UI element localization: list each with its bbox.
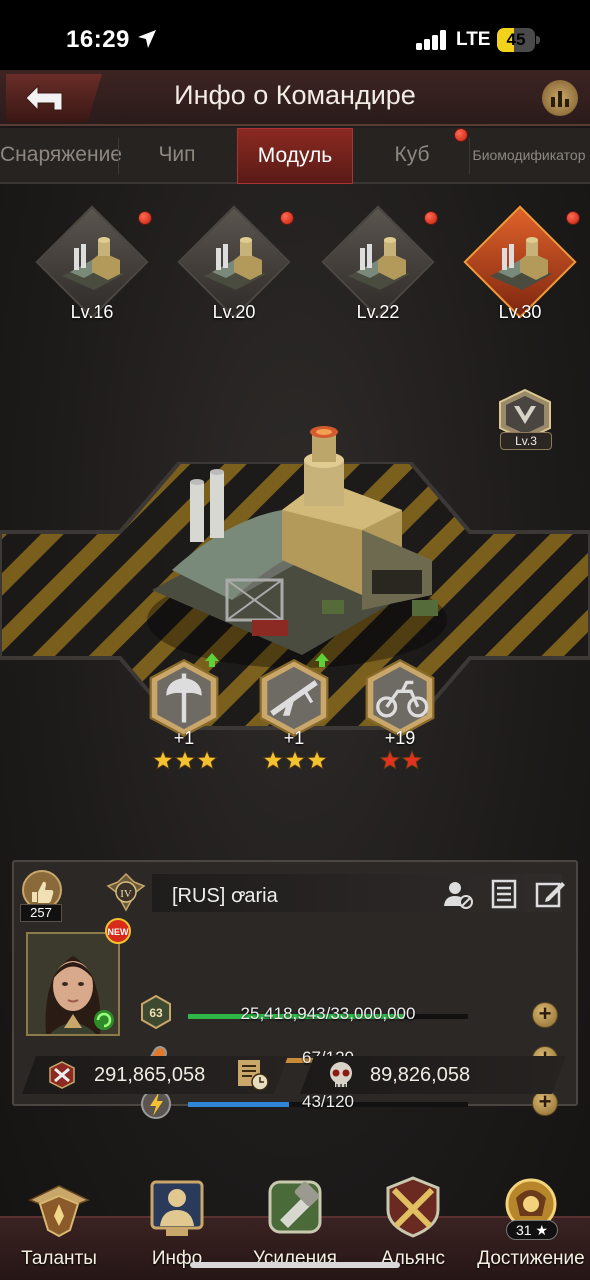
status-time: 16:29 bbox=[66, 26, 130, 53]
factory-module-icon bbox=[348, 237, 410, 290]
exp-row: 63 25,418,943/33,000,000 + bbox=[138, 994, 568, 1034]
level-badge-icon: 63 bbox=[141, 994, 171, 1030]
perk-item[interactable]: +1 bbox=[142, 653, 224, 770]
boosts-icon bbox=[268, 1180, 322, 1234]
notification-dot bbox=[280, 211, 294, 225]
achievement-count: 31 ★ bbox=[506, 1220, 558, 1240]
energy-value: 43/120 bbox=[302, 1092, 354, 1111]
module-item[interactable]: Lv.20 bbox=[172, 205, 292, 330]
rank-iv-icon: IV bbox=[106, 872, 146, 912]
power-value: 291,865,058 bbox=[94, 1064, 206, 1086]
star-icon bbox=[152, 750, 174, 770]
factory-building-icon bbox=[147, 426, 447, 668]
perk-value: +1 bbox=[283, 728, 305, 748]
factory-module-icon bbox=[62, 237, 124, 290]
module-level: Lv.16 bbox=[70, 302, 114, 322]
battery-level: 45 bbox=[506, 30, 526, 49]
tab-cube[interactable]: Куб bbox=[355, 128, 469, 184]
module-item[interactable]: Lv.22 bbox=[316, 205, 436, 330]
module-level: Lv.22 bbox=[356, 302, 400, 322]
tab-chip[interactable]: Чип bbox=[119, 128, 235, 184]
kills-box: 89,826,058 bbox=[300, 1056, 566, 1094]
nav-achievement-label: Достижение bbox=[477, 1248, 585, 1269]
notification-dot bbox=[138, 211, 152, 225]
perk-stars bbox=[379, 750, 423, 770]
home-indicator bbox=[190, 1262, 400, 1268]
location-arrow-icon bbox=[138, 30, 156, 48]
star-icon bbox=[174, 750, 196, 770]
nav-achievement[interactable]: 31 ★ Достижение bbox=[472, 1174, 590, 1280]
power-icon bbox=[46, 1060, 78, 1090]
info-icon bbox=[150, 1180, 204, 1236]
name-bar: [RUS] ꝍaria bbox=[152, 874, 565, 912]
perk-item[interactable]: +1 bbox=[252, 653, 334, 770]
edit-icon[interactable] bbox=[534, 878, 566, 910]
likes-count: 257 bbox=[20, 904, 62, 922]
stats-button[interactable] bbox=[542, 80, 578, 116]
add-exp-button[interactable]: + bbox=[532, 1002, 558, 1028]
factory-module-icon bbox=[490, 237, 552, 290]
perk-hex-frame bbox=[149, 658, 219, 738]
factory-module-icon bbox=[204, 237, 266, 290]
notes-icon[interactable] bbox=[488, 878, 520, 910]
svg-text:63: 63 bbox=[149, 1006, 163, 1020]
power-box: 291,865,058 bbox=[22, 1056, 288, 1094]
module-rank-level: Lv.3 bbox=[500, 432, 552, 450]
notification-dot bbox=[566, 211, 580, 225]
svg-text:IV: IV bbox=[120, 888, 132, 900]
game-screen: Инфо о Командире Снаряжение Чип Модуль К… bbox=[0, 70, 590, 1280]
bar-chart-icon bbox=[551, 91, 569, 107]
tab-module[interactable]: Модуль bbox=[237, 128, 353, 184]
status-bar: 16:29 LTE 45 bbox=[0, 0, 590, 70]
perk-hex-frame bbox=[365, 658, 435, 738]
back-arrow-icon bbox=[25, 84, 63, 112]
network-type: LTE bbox=[456, 29, 491, 50]
tab-equipment[interactable]: Снаряжение bbox=[0, 128, 122, 184]
signal-icon bbox=[416, 30, 446, 50]
nav-talents[interactable]: Таланты bbox=[0, 1174, 118, 1280]
star-icon bbox=[401, 750, 423, 770]
perk-item[interactable]: +19 bbox=[358, 658, 440, 770]
talents-icon bbox=[28, 1185, 90, 1238]
module-item[interactable]: Lv.30 bbox=[458, 205, 578, 330]
svg-text:NEW: NEW bbox=[108, 927, 130, 937]
perk-value: +19 bbox=[384, 728, 416, 748]
power-history-icon[interactable] bbox=[236, 1058, 270, 1092]
notification-dot bbox=[454, 128, 468, 142]
notification-dot bbox=[424, 211, 438, 225]
new-badge-icon: NEW bbox=[105, 918, 131, 944]
perk-value: +1 bbox=[173, 728, 195, 748]
star-icon bbox=[284, 750, 306, 770]
header: Инфо о Командире bbox=[0, 70, 590, 126]
perk-stars bbox=[152, 750, 218, 770]
module-level: Lv.20 bbox=[212, 302, 256, 322]
module-level: Lv.30 bbox=[498, 302, 542, 322]
commander-name: [RUS] ꝍaria bbox=[172, 885, 278, 907]
star-icon bbox=[306, 750, 328, 770]
kills-value: 89,826,058 bbox=[370, 1064, 471, 1086]
star-icon bbox=[262, 750, 284, 770]
perk-stars bbox=[262, 750, 328, 770]
star-icon bbox=[196, 750, 218, 770]
block-user-icon[interactable] bbox=[442, 878, 474, 910]
upgrade-arrow-icon bbox=[205, 653, 219, 667]
skull-icon bbox=[326, 1060, 356, 1090]
nav-talents-label: Таланты bbox=[21, 1248, 97, 1269]
tab-biomodifier[interactable]: Биомодификатор bbox=[470, 128, 588, 184]
upgrade-arrow-icon bbox=[315, 653, 329, 667]
commander-portrait-icon bbox=[28, 934, 118, 1034]
back-button[interactable] bbox=[6, 74, 102, 122]
tab-bar: Снаряжение Чип Модуль Куб Биомодификатор bbox=[0, 128, 590, 184]
battery-icon: 45 bbox=[497, 28, 541, 52]
avatar[interactable] bbox=[26, 932, 120, 1036]
bottom-nav: Таланты Инфо Усиления Альянс 31 ★ Достиж… bbox=[0, 1176, 590, 1280]
alliance-icon bbox=[386, 1176, 440, 1238]
module-item[interactable]: Lv.16 bbox=[30, 205, 150, 330]
exp-value: 25,418,943/33,000,000 bbox=[240, 1004, 416, 1023]
perk-hex-frame bbox=[259, 658, 329, 738]
star-icon bbox=[379, 750, 401, 770]
page-title: Инфо о Командире bbox=[174, 80, 416, 110]
